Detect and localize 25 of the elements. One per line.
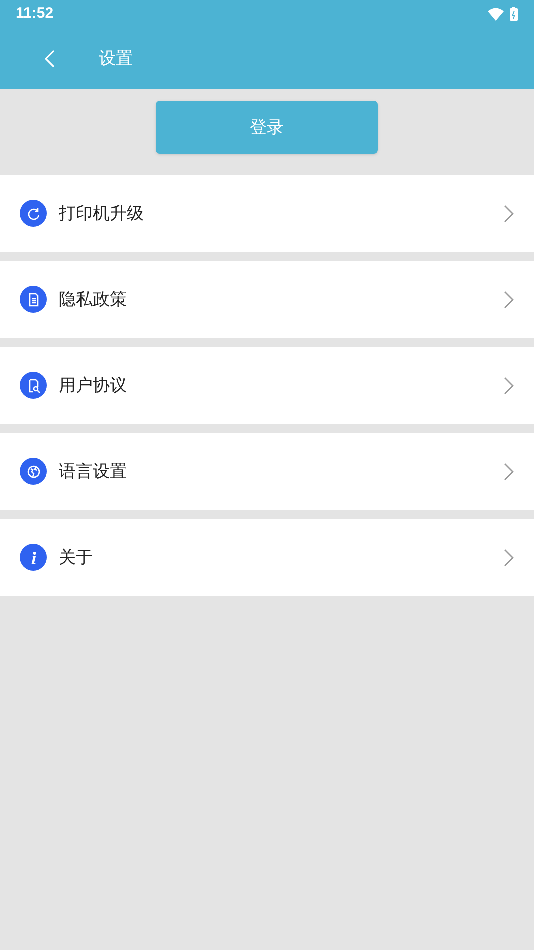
document-icon [20, 286, 47, 313]
document-search-icon [20, 372, 47, 399]
back-icon [45, 50, 55, 68]
chevron-icon [504, 290, 514, 308]
chevron-icon [504, 376, 514, 394]
row-label: 用户协议 [59, 374, 128, 397]
status-time: 11:52 [16, 4, 54, 24]
globe-icon [20, 458, 47, 485]
refresh-icon [20, 200, 47, 227]
settings-row[interactable]: 关于 [0, 519, 534, 596]
chevron-icon [504, 204, 514, 222]
battery-icon [510, 7, 518, 21]
info-icon [20, 544, 47, 571]
page-title: 设置 [99, 48, 133, 70]
wifi-icon [488, 8, 504, 20]
chevron-icon [504, 548, 514, 566]
settings-row[interactable]: 用户协议 [0, 347, 534, 424]
row-label: 隐私政策 [59, 288, 128, 311]
settings-row[interactable]: 打印机升级 [0, 175, 534, 252]
settings-row[interactable]: 语言设置 [0, 433, 534, 510]
settings-row[interactable]: 隐私政策 [0, 261, 534, 338]
row-label: 关于 [59, 546, 94, 569]
row-label: 语言设置 [59, 460, 128, 483]
row-label: 打印机升级 [59, 202, 145, 225]
chevron-icon [504, 462, 514, 480]
